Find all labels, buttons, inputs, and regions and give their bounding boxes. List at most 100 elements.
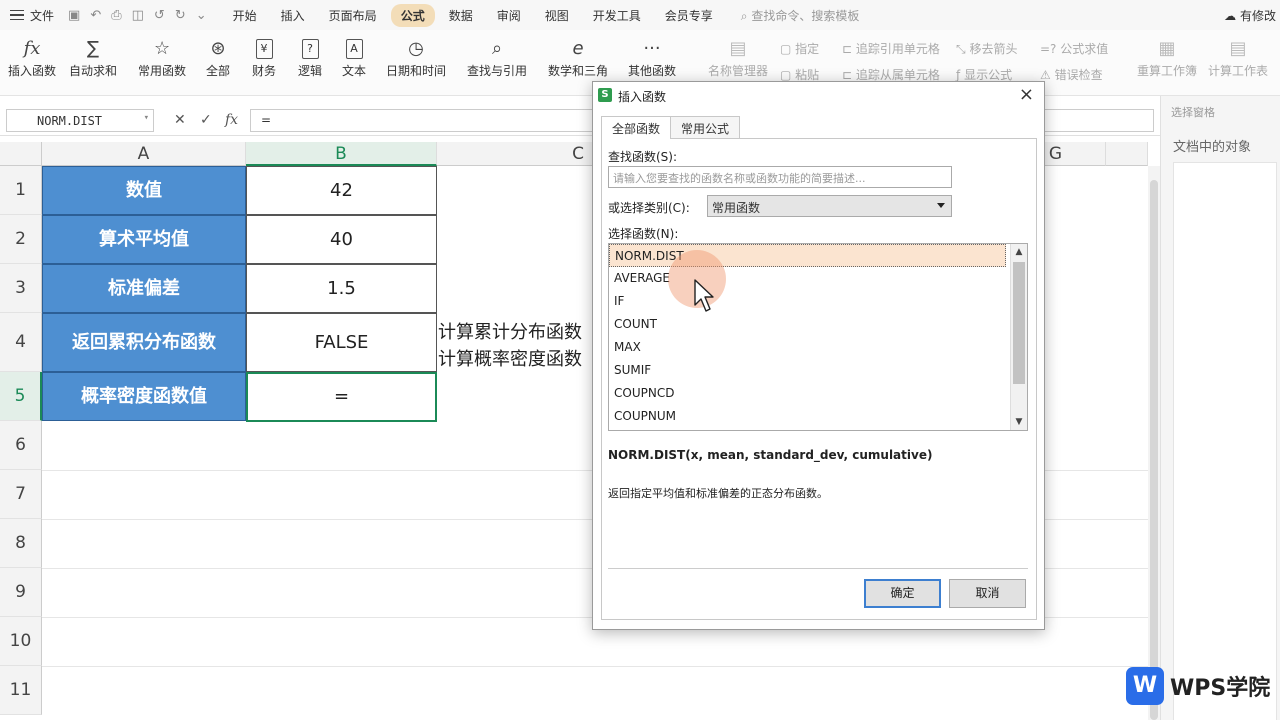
confirm-icon[interactable]: ✓ [200,112,212,128]
remove-arrows-button[interactable]: ⤡ 移去箭头 [956,40,1017,57]
tab-review[interactable]: 审阅 [487,4,531,27]
calculate-sheet-button[interactable]: ▤ 计算工作表 [1208,36,1268,79]
tab-data[interactable]: 数据 [439,4,483,27]
cell-b2[interactable]: 40 [246,215,437,264]
vertical-scrollbar[interactable] [1148,166,1160,720]
preview-icon[interactable]: ◫ [132,8,144,23]
chevron-down-icon [937,203,945,208]
row-header-9[interactable]: 9 [0,568,42,617]
text-functions-label: 文本 [342,64,367,78]
row-header-8[interactable]: 8 [0,519,42,568]
function-item-sumif[interactable]: SUMIF [609,359,1006,382]
hamburger-icon[interactable] [10,9,24,21]
tab-formulas[interactable]: 公式 [390,3,435,27]
function-description: 返回指定平均值和标准偏差的正态分布函数。 [608,487,828,500]
row-header-10[interactable]: 10 [0,617,42,666]
function-list-scroll-thumb[interactable] [1013,262,1025,384]
function-list-scrollbar[interactable]: ▲ ▼ [1010,244,1027,430]
trace-precedents-button[interactable]: ⊏ 追踪引用单元格 [842,40,940,57]
selection-pane-header[interactable]: 选择窗格 [1171,104,1215,120]
tab-member[interactable]: 会员专享 [655,4,723,27]
fx-icon[interactable]: fx [225,112,238,128]
lookup-reference-button[interactable]: ⌕ 查找与引用 [467,36,527,79]
column-header-extra[interactable] [1106,142,1148,166]
scroll-up-icon[interactable]: ▲ [1011,247,1027,257]
error-check-button[interactable]: ⚠ 错误检查 [1040,66,1103,83]
cell-b4[interactable]: FALSE [246,313,437,372]
file-menu[interactable]: 文件 [30,7,54,24]
tab-home[interactable]: 开始 [223,4,267,27]
financial-button[interactable]: ¥ 财务 [252,36,276,79]
cell-a1[interactable]: 数值 [42,166,246,215]
insert-function-button[interactable]: fx 插入函数 [8,36,56,79]
define-name-button[interactable]: ▢ 指定 [780,40,819,57]
cell-a5[interactable]: 概率密度函数值 [42,372,246,421]
tab-common-formulas[interactable]: 常用公式 [670,116,741,138]
cloud-status-text: 有修改 [1239,9,1276,23]
column-header-a[interactable]: A [42,142,246,166]
cell-c4-note-1[interactable]: 计算累计分布函数 [438,318,582,344]
cell-a3[interactable]: 标准偏差 [42,264,246,313]
function-item-coupnum[interactable]: COUPNUM [609,405,1006,428]
cell-c4-note-2[interactable]: 计算概率密度函数 [438,345,582,371]
logical-button[interactable]: ? 逻辑 [298,36,322,79]
close-icon[interactable]: × [1019,84,1034,105]
cell-a2[interactable]: 算术平均值 [42,215,246,264]
row-header-6[interactable]: 6 [0,421,42,470]
star-icon: ☆ [153,38,171,59]
cell-b5-active[interactable]: = [246,372,437,422]
row-header-11[interactable]: 11 [0,666,42,715]
scrollbar-thumb[interactable] [1150,180,1158,720]
tab-view[interactable]: 视图 [535,4,579,27]
cloud-status[interactable]: ☁ 有修改 [1224,7,1276,24]
common-functions-button[interactable]: ☆ 常用函数 [138,36,186,79]
math-trig-button[interactable]: e 数学和三角 [548,36,608,79]
function-item-if[interactable]: IF [609,290,1006,313]
cancel-icon[interactable]: ✕ [174,112,186,128]
row-header-7[interactable]: 7 [0,470,42,519]
cell-a4[interactable]: 返回累积分布函数 [42,313,246,372]
cancel-button[interactable]: 取消 [949,579,1026,608]
cell-b3[interactable]: 1.5 [246,264,437,313]
category-select[interactable]: 常用函数 [707,195,952,217]
evaluate-formula-button[interactable]: =? 公式求值 [1040,40,1108,57]
tab-all-functions[interactable]: 全部函数 [601,116,672,139]
wps-sheet-logo-icon: S [598,88,612,102]
command-search[interactable]: ⌕ 查找命令、搜索模板 [741,7,860,24]
row-header-5[interactable]: 5 [0,372,42,421]
name-box[interactable]: NORM.DIST ▾ [6,109,154,132]
objects-list[interactable] [1173,162,1277,720]
customize-icon[interactable]: ⌄ [196,8,207,23]
tab-page-layout[interactable]: 页面布局 [319,4,387,27]
undo-history-icon[interactable]: ↶ [90,8,101,23]
ok-button[interactable]: 确定 [864,579,941,608]
redo-icon[interactable]: ↻ [175,8,186,23]
function-item-coupncd[interactable]: COUPNCD [609,382,1006,405]
function-item-count[interactable]: COUNT [609,313,1006,336]
row-header-2[interactable]: 2 [0,215,42,264]
name-manager-button[interactable]: ▤ 名称管理器 [708,36,768,79]
row-header-1[interactable]: 1 [0,166,42,215]
search-function-input[interactable]: 请输入您要查找的函数名称或函数功能的简要描述... [608,166,952,188]
more-functions-button[interactable]: ··· 其他函数 [628,36,676,79]
all-functions-button[interactable]: ⊛ 全部 [206,36,230,79]
text-functions-button[interactable]: A 文本 [342,36,366,79]
chevron-down-icon[interactable]: ▾ [144,113,149,123]
cell-b1[interactable]: 42 [246,166,437,215]
column-header-b[interactable]: B [246,142,437,166]
select-all-corner[interactable] [0,142,42,166]
scroll-down-icon[interactable]: ▼ [1011,417,1027,427]
function-item-norm-dist[interactable]: NORM.DIST [609,244,1006,267]
print-icon[interactable]: ⎙ [111,8,121,23]
save-icon[interactable]: ▣ [68,8,80,23]
tab-insert[interactable]: 插入 [271,4,315,27]
recalculate-button[interactable]: ▦ 重算工作簿 [1137,36,1197,79]
autosum-button[interactable]: ∑ 自动求和 [69,36,117,79]
date-time-button[interactable]: ◷ 日期和时间 [386,36,446,79]
dialog-title-bar[interactable]: S 插入函数 × [593,82,1044,108]
row-header-3[interactable]: 3 [0,264,42,313]
row-header-4[interactable]: 4 [0,313,42,372]
function-item-max[interactable]: MAX [609,336,1006,359]
undo-icon[interactable]: ↺ [154,8,165,23]
tab-developer[interactable]: 开发工具 [583,4,651,27]
